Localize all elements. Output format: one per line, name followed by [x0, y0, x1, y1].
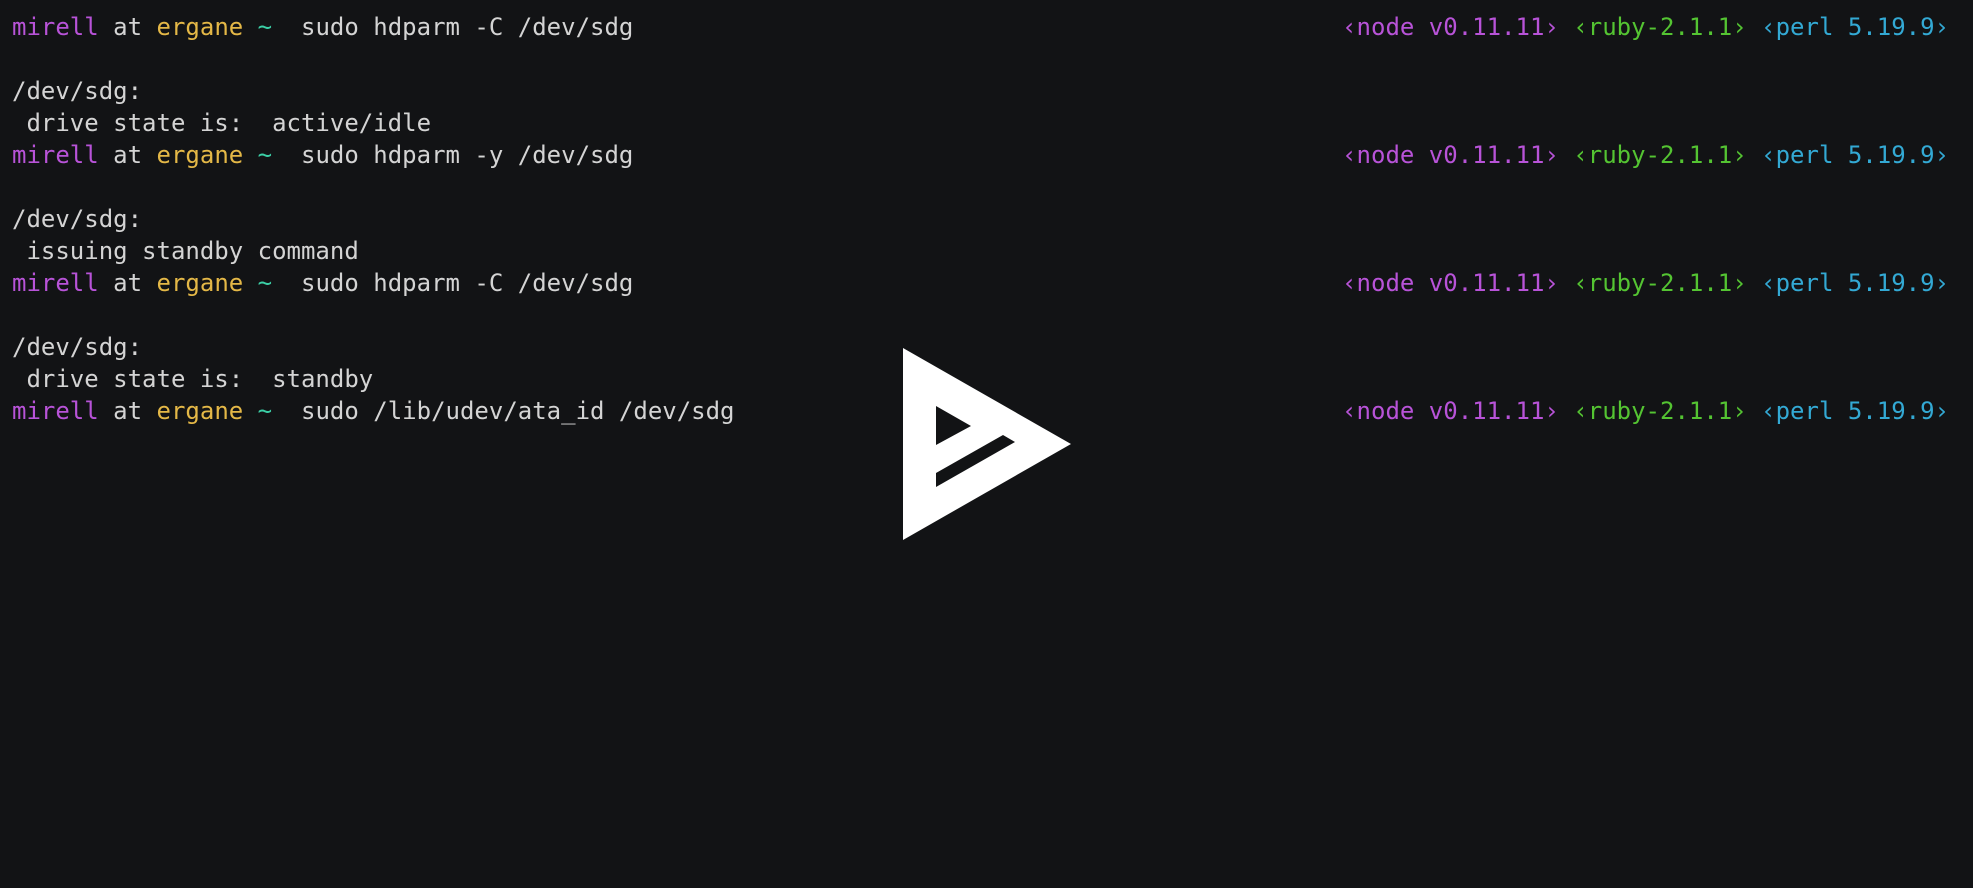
prompt-host: ergane: [156, 13, 244, 41]
asciinema-play-icon: [903, 348, 1071, 540]
command-text: sudo hdparm -y /dev/sdg: [301, 141, 634, 169]
ruby-version: ‹ruby-2.1.1›: [1573, 397, 1747, 425]
command-text: sudo hdparm -C /dev/sdg: [301, 13, 634, 41]
node-version: ‹node v0.11.11›: [1342, 13, 1559, 41]
node-version: ‹node v0.11.11›: [1342, 269, 1559, 297]
prompt-at: at: [113, 269, 143, 297]
output-line: /dev/sdg:: [12, 77, 143, 105]
play-button[interactable]: [903, 348, 1071, 540]
output-line: /dev/sdg:: [12, 205, 143, 233]
prompt-dir: ~: [257, 141, 273, 169]
command-text: sudo /lib/udev/ata_id /dev/sdg: [301, 397, 735, 425]
ruby-version: ‹ruby-2.1.1›: [1573, 141, 1747, 169]
ruby-version: ‹ruby-2.1.1›: [1573, 269, 1747, 297]
node-version: ‹node v0.11.11›: [1342, 141, 1559, 169]
output-line: issuing standby command: [12, 237, 359, 265]
prompt-user: mirell: [12, 397, 99, 425]
perl-version: ‹perl 5.19.9›: [1761, 397, 1949, 425]
prompt-host: ergane: [156, 141, 244, 169]
prompt-line: mirell at ergane ~ sudo hdparm -C /dev/s…: [12, 267, 1952, 299]
prompt-at: at: [113, 397, 143, 425]
prompt-at: at: [113, 13, 143, 41]
ruby-version: ‹ruby-2.1.1›: [1573, 13, 1747, 41]
prompt-host: ergane: [156, 269, 244, 297]
prompt-user: mirell: [12, 141, 99, 169]
command-text: sudo hdparm -C /dev/sdg: [301, 269, 634, 297]
right-prompt: ‹node v0.11.11› ‹ruby-2.1.1› ‹perl 5.19.…: [1342, 139, 1949, 171]
prompt-line: mirell at ergane ~ sudo hdparm -y /dev/s…: [12, 139, 1952, 171]
right-prompt: ‹node v0.11.11› ‹ruby-2.1.1› ‹perl 5.19.…: [1342, 395, 1949, 427]
perl-version: ‹perl 5.19.9›: [1761, 13, 1949, 41]
node-version: ‹node v0.11.11›: [1342, 397, 1559, 425]
prompt-dir: ~: [257, 397, 273, 425]
prompt-user: mirell: [12, 13, 99, 41]
perl-version: ‹perl 5.19.9›: [1761, 141, 1949, 169]
prompt-user: mirell: [12, 269, 99, 297]
prompt-at: at: [113, 141, 143, 169]
prompt-dir: ~: [257, 13, 273, 41]
right-prompt: ‹node v0.11.11› ‹ruby-2.1.1› ‹perl 5.19.…: [1342, 11, 1949, 43]
prompt-dir: ~: [257, 269, 273, 297]
prompt-line: mirell at ergane ~ sudo hdparm -C /dev/s…: [12, 11, 1952, 43]
perl-version: ‹perl 5.19.9›: [1761, 269, 1949, 297]
prompt-host: ergane: [156, 397, 244, 425]
output-line: drive state is: active/idle: [12, 109, 432, 137]
right-prompt: ‹node v0.11.11› ‹ruby-2.1.1› ‹perl 5.19.…: [1342, 267, 1949, 299]
